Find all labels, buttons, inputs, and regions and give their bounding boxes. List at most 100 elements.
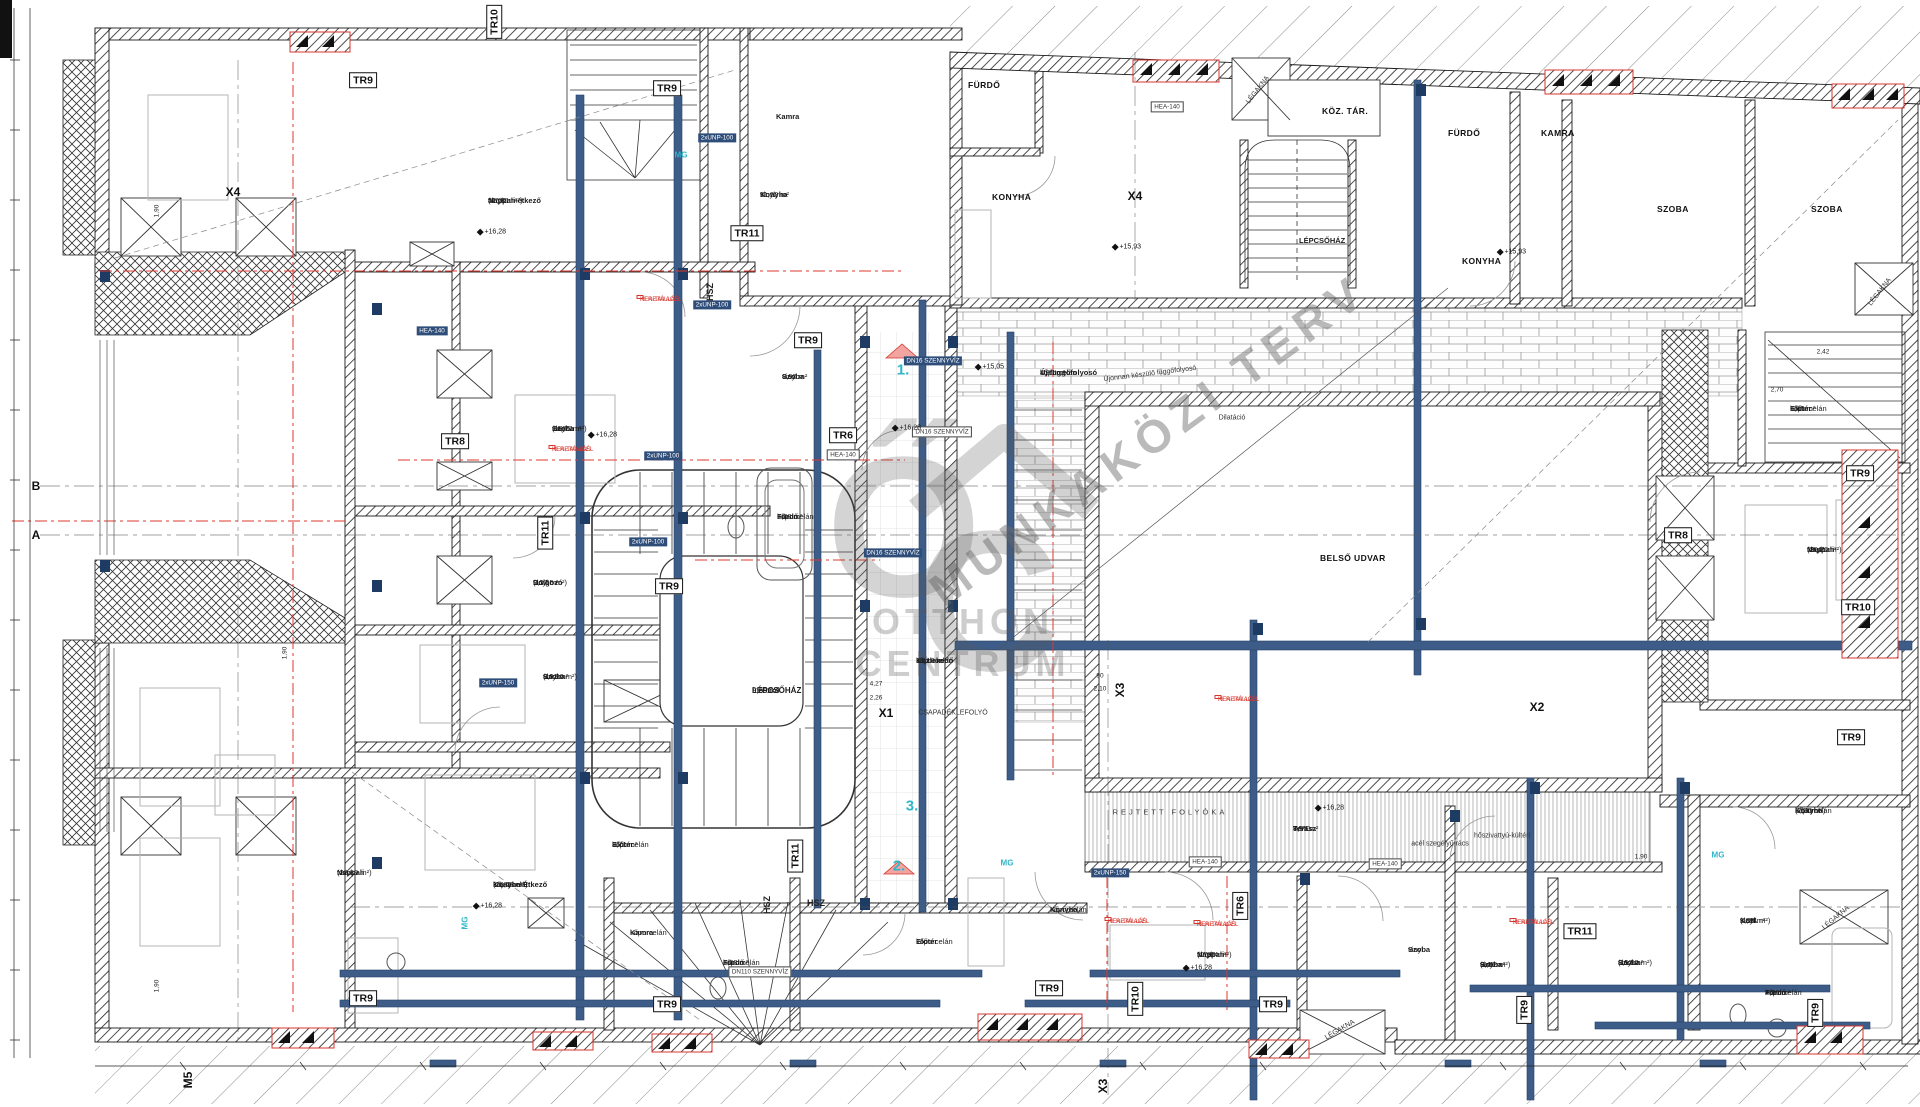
- elevation-marker: +16,28: [478, 229, 506, 236]
- annotation: 90: [1096, 673, 1103, 680]
- logo-word-otthon: OTTHON: [872, 601, 1054, 643]
- annotation: 2,10: [1094, 686, 1107, 693]
- tr-marker: TR11: [1563, 923, 1596, 939]
- tr-marker: TR11: [787, 839, 803, 872]
- tr-marker: TR9: [1259, 996, 1287, 1012]
- level-star-icon: [1183, 964, 1189, 970]
- annotation: 1,90: [282, 647, 289, 660]
- terrace-decking: [1085, 792, 1650, 862]
- axis-label: X4: [226, 185, 241, 199]
- annotation: HSZ: [807, 898, 825, 908]
- axis-label: A: [32, 528, 41, 542]
- tr-marker: TR9: [349, 990, 377, 1006]
- annotation: MG: [461, 917, 470, 930]
- elevation-marker: +16,28: [893, 425, 921, 432]
- tech-tag: DN16 SZENNYVÍZ: [904, 356, 962, 365]
- annotation: 2.: [893, 858, 906, 875]
- tr-marker: TR6: [1232, 892, 1248, 920]
- annotation: Dilatáció: [1219, 415, 1246, 422]
- tech-tag: 2xUNP-150: [479, 678, 517, 687]
- tech-tag: 2xUNP-100: [698, 133, 736, 142]
- tr-marker: TR8: [441, 433, 469, 449]
- annotation: acél szegélyű rács: [1411, 841, 1469, 848]
- tech-tag: HEA-140: [417, 326, 448, 335]
- tech-tag: HEA-140 ACÉLKERETÁLLÁS: [1215, 695, 1222, 699]
- tr-marker: TR9: [655, 578, 683, 594]
- elevation-marker: +16,28: [1316, 805, 1344, 812]
- annotation: CSAPADÉKLEFOLYÓ: [918, 710, 987, 717]
- level-star-icon: [588, 431, 594, 437]
- tech-tag: HEA-140: [1189, 856, 1222, 867]
- floor-plan-canvas: MUNKAKÖZI TERV Ő C OTTHON CENTRUM Nappal…: [0, 0, 1920, 1107]
- level-star-icon: [1497, 248, 1503, 254]
- tech-tag: HEA-140 ACÉLKERETÁLLÁS: [1194, 920, 1201, 924]
- annotation: HSZ: [762, 896, 772, 914]
- elevation-marker: +16,28: [589, 432, 617, 439]
- axis-label: B: [32, 479, 41, 493]
- annotation: 1,90: [1635, 854, 1648, 861]
- tr-marker: TR9: [1807, 999, 1823, 1027]
- axis-label: X1: [879, 706, 894, 720]
- annotation: HSZ: [705, 283, 715, 301]
- annotation: 1.: [897, 362, 910, 379]
- tr-marker: TR10: [1127, 982, 1143, 1016]
- tech-tag: HEA-140: [827, 449, 860, 460]
- tr-marker: TR9: [1516, 996, 1532, 1024]
- annotation: REJTETT FOLYÓKA: [1113, 808, 1228, 817]
- annotation: MG: [675, 151, 688, 160]
- level-star-icon: [975, 363, 981, 369]
- annotation: MG: [1001, 859, 1014, 868]
- level-star-icon: [473, 902, 479, 908]
- tech-tag: DN110 SZENNYVÍZ: [728, 966, 791, 977]
- level-star-icon: [1315, 804, 1321, 810]
- tr-marker: TR9: [794, 332, 822, 348]
- tech-tag: HEA-140: [1369, 858, 1402, 869]
- annotation: 2,70: [1771, 387, 1784, 394]
- tech-tag: HEA-140 ACÉLKERETÁLLÁS: [637, 295, 644, 299]
- tr-marker: TR9: [1846, 465, 1874, 481]
- level-star-icon: [892, 424, 898, 430]
- tr-marker: TR8: [1664, 527, 1692, 543]
- tr-marker: TR9: [1035, 980, 1063, 996]
- tech-tag: 2xUNP-100: [644, 451, 682, 460]
- annotation: 1,90: [154, 205, 161, 218]
- axis-label: X4: [1128, 189, 1143, 203]
- annotation: hőszivattyú-kültéri: [1474, 833, 1530, 840]
- logo-word-centrum: CENTRUM: [856, 643, 1071, 685]
- tech-tag: 2xUNP-100: [693, 300, 731, 309]
- tr-marker: TR11: [730, 225, 763, 241]
- axis-label: X3: [1096, 1079, 1110, 1094]
- tr-marker: TR10: [486, 5, 502, 39]
- elevation-marker: +15,93: [1498, 249, 1526, 256]
- axis-label: M5: [181, 1072, 195, 1089]
- axis-label: X3: [1113, 683, 1127, 698]
- annotation: 2,26: [870, 695, 883, 702]
- tech-tag: DN16 SZENNYVÍZ: [864, 548, 922, 557]
- tr-marker: TR9: [349, 72, 377, 88]
- tr-marker: TR11: [537, 516, 553, 549]
- tr-marker: TR9: [653, 996, 681, 1012]
- elevation-marker: +15,05: [976, 364, 1004, 371]
- sheet-corner-mark: [0, 0, 12, 58]
- elevation-marker: +16,28: [1184, 965, 1212, 972]
- annotation: 4,27: [870, 681, 883, 688]
- annotation: 3.: [906, 798, 919, 815]
- tech-tag: HEA-140 ACÉLKERETÁLLÁS: [1105, 917, 1112, 921]
- elevation-marker: +16,28: [474, 903, 502, 910]
- tr-marker: TR9: [653, 80, 681, 96]
- tech-tag: HEA-140 ACÉLKERETÁLLÁS: [1510, 918, 1517, 922]
- annotation: 1,90: [154, 980, 161, 993]
- tech-tag: HEA-140: [1151, 101, 1184, 112]
- level-star-icon: [477, 228, 483, 234]
- tr-marker: TR6: [829, 427, 857, 443]
- tr-marker: TR10: [1841, 599, 1875, 615]
- tech-tag: 2xUNP-100: [629, 537, 667, 546]
- elevation-marker: +15,93: [1113, 244, 1141, 251]
- tech-tag: HEA-140 ACÉLKERETÁLLÁS: [549, 445, 556, 449]
- axis-label: X2: [1530, 700, 1545, 714]
- annotation: 2,42: [1817, 349, 1830, 356]
- tech-tag: 2xUNP-150: [1091, 868, 1129, 877]
- tr-marker: TR9: [1837, 729, 1865, 745]
- annotation: MG: [1712, 851, 1725, 860]
- level-star-icon: [1112, 243, 1118, 249]
